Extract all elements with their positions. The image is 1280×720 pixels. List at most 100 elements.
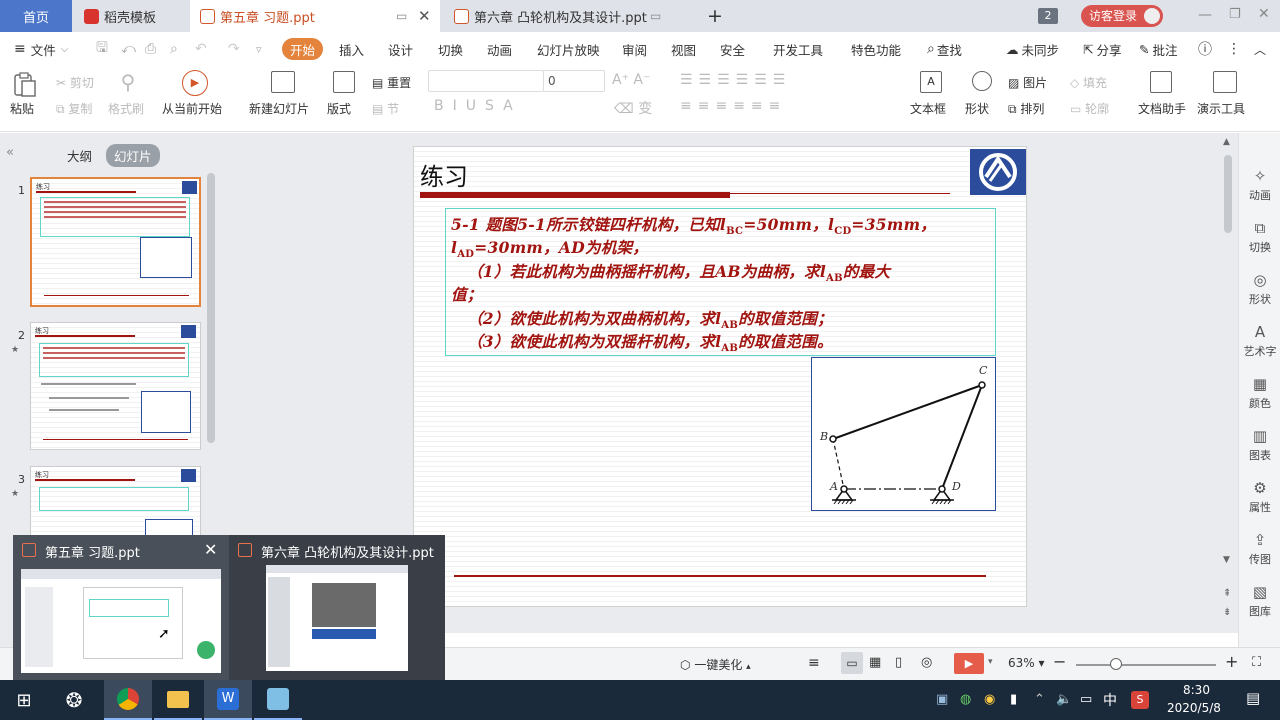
canvas-scrollbar[interactable] [1224,155,1232,233]
scroll-down-icon[interactable]: ▼ [1223,555,1230,565]
search-button[interactable]: ⌕ 查找 [927,32,962,66]
panel-animation[interactable]: ✧ 动画 [1239,167,1280,203]
window-icon[interactable]: ▭ [650,9,661,23]
volume-icon[interactable]: 🔈 [1056,692,1072,707]
wechat-icon[interactable]: ◍ [960,692,971,707]
panel-chart[interactable]: ▥ 图表 [1239,427,1280,463]
undo-icon[interactable]: ↶ [195,32,207,66]
layout-button[interactable]: 版式 [327,100,351,117]
panel-wordart[interactable]: A 艺术字 [1239,323,1280,359]
panel-upload-image[interactable]: ⇪ 传图 [1239,531,1280,567]
paste-icon[interactable] [10,70,44,100]
login-button[interactable]: 访客登录 [1081,5,1163,27]
scroll-up-icon[interactable]: ▲ [1223,137,1230,147]
show-hidden-icon[interactable]: ⌃ [1034,692,1045,707]
tab-home[interactable]: 首页 [0,0,72,32]
tab-security[interactable]: 安全 [720,32,745,66]
tray-app-icon[interactable]: ▣ [936,692,948,707]
slide-thumbnail-1[interactable]: 练习 [30,177,201,307]
sync-button[interactable]: ☁ 未同步 [1006,32,1059,66]
notes-toggle-icon[interactable]: ≡ [808,655,820,671]
sogou-ime-icon[interactable]: S [1131,691,1149,709]
tab-insert[interactable]: 插入 [339,32,364,66]
slide-thumbnail-2[interactable]: 练习 [30,322,201,450]
tab-start[interactable]: 开始 [282,38,324,60]
fill-button[interactable]: ◇ 填充 [1070,74,1107,91]
tab-template[interactable]: 稻壳模板 [74,0,190,32]
taskbar-wps[interactable]: W [204,680,252,720]
close-window-icon[interactable]: ✕ [1258,6,1270,22]
four-bar-linkage-figure[interactable]: B C A D [811,357,996,511]
tab-features[interactable]: 特色功能 [851,32,901,66]
format-painter-button[interactable]: 格式刷 [108,100,144,117]
slide-thumbnail-3[interactable]: 练习 [30,466,201,546]
textbox-button[interactable]: 文本框 [910,100,946,117]
outline-button[interactable]: ▭ 轮廓 [1070,100,1109,117]
from-current-button[interactable]: 从当前开始 [162,100,222,117]
paragraph-icons[interactable]: ☰☰☰☰☰☰ [680,72,791,88]
taskbar-explorer[interactable] [154,680,202,720]
panel-gallery[interactable]: ▧ 图库 [1239,583,1280,619]
sorter-view-icon[interactable]: ▦ [869,655,881,670]
window-icon[interactable]: ▭ [396,9,407,23]
clock-date[interactable]: 2020/5/8 [1167,701,1221,715]
panel-color[interactable]: ▦ 颜色 [1239,375,1280,411]
file-menu[interactable]: ≡ 文件 ⌵ [14,32,68,66]
reading-view-icon[interactable]: ▯ [895,655,902,670]
tab-animation[interactable]: 动画 [487,32,512,66]
zoom-out-icon[interactable]: − [1053,652,1066,671]
question-textbox[interactable]: 5-1 题图5-1所示铰链四杆机构，已知lBC=50mm，lCD=35mm， l… [445,208,996,356]
start-button[interactable]: ⊞ [0,680,48,720]
share-button[interactable]: ⇱ 分享 [1083,32,1122,66]
ime-indicator[interactable]: 中 [1103,690,1117,710]
close-tab-icon[interactable]: ✕ [418,7,431,25]
tab-design[interactable]: 设计 [388,32,413,66]
new-tab-button[interactable]: + [700,0,730,32]
prev-slide-icon[interactable]: ⇞ [1223,588,1231,599]
collapse-pane-icon[interactable]: « [6,145,14,160]
tray-app-icon[interactable]: ◉ [984,692,995,707]
presentation-tool-button[interactable]: 演示工具 [1197,100,1245,117]
taskbar-app-1[interactable]: ❂ [50,680,98,720]
paste-button[interactable]: 粘贴 [10,100,34,117]
font-family-select[interactable] [428,70,544,92]
next-slide-icon[interactable]: ⇟ [1223,607,1231,618]
tab-outline[interactable]: 大纲 [67,146,92,165]
zoom-slider-track[interactable] [1076,664,1216,666]
eraser-icon[interactable]: ⌫ 变 [614,98,652,118]
new-slide-button[interactable]: 新建幻灯片 [249,100,309,117]
doc-assistant-button[interactable]: 文档助手 [1138,100,1186,117]
fit-window-icon[interactable]: ⛶ [1252,655,1261,670]
presenter-view-icon[interactable]: ◎ [921,655,932,670]
notification-center-icon[interactable]: ▤ [1246,689,1260,707]
taskbar-chrome[interactable] [104,680,152,720]
more-options-icon[interactable]: ⋮ [1227,32,1241,66]
usb-icon[interactable]: ▮ [1010,692,1017,707]
thumb-scrollbar[interactable] [207,173,215,443]
tab-transition[interactable]: 切换 [438,32,463,66]
tab-slides[interactable]: 幻灯片 [106,144,160,167]
picture-button[interactable]: ▨ 图片 [1008,74,1047,91]
window-count-badge[interactable]: 2 [1038,8,1058,24]
shape-button[interactable]: 形状 [965,100,989,117]
tab-review[interactable]: 审阅 [622,32,647,66]
taskbar-app-4[interactable] [254,680,302,720]
zoom-level[interactable]: 63% ▾ [1008,656,1045,670]
chevron-down-icon[interactable]: ▾ [988,657,993,667]
preview-icon[interactable]: ⌕ [170,32,178,66]
align-icons[interactable]: ≡≡≡≡≡≡ [680,98,786,114]
tab-developer[interactable]: 开发工具 [773,32,823,66]
grow-font-icon[interactable]: A⁺ A⁻ [612,72,650,88]
panel-transition[interactable]: ⧉ 切换 [1239,219,1280,255]
print-icon[interactable]: ⎙ [145,32,156,66]
minimize-icon[interactable]: — [1198,7,1212,23]
redo-icon[interactable]: ↷ [228,32,240,66]
zoom-in-icon[interactable]: + [1225,652,1238,671]
cut-button[interactable]: ✂ 剪切 [56,74,94,91]
zoom-slider-thumb[interactable] [1110,658,1122,670]
restore-icon[interactable]: ❐ [1229,7,1241,22]
reset-button[interactable]: ▤ 重置 [372,74,411,91]
beautify-button[interactable]: ⬡ 一键美化 ▴ [680,656,751,673]
play-slideshow-button[interactable]: ▶ [954,653,984,674]
font-size-select[interactable]: 0 [543,70,605,92]
